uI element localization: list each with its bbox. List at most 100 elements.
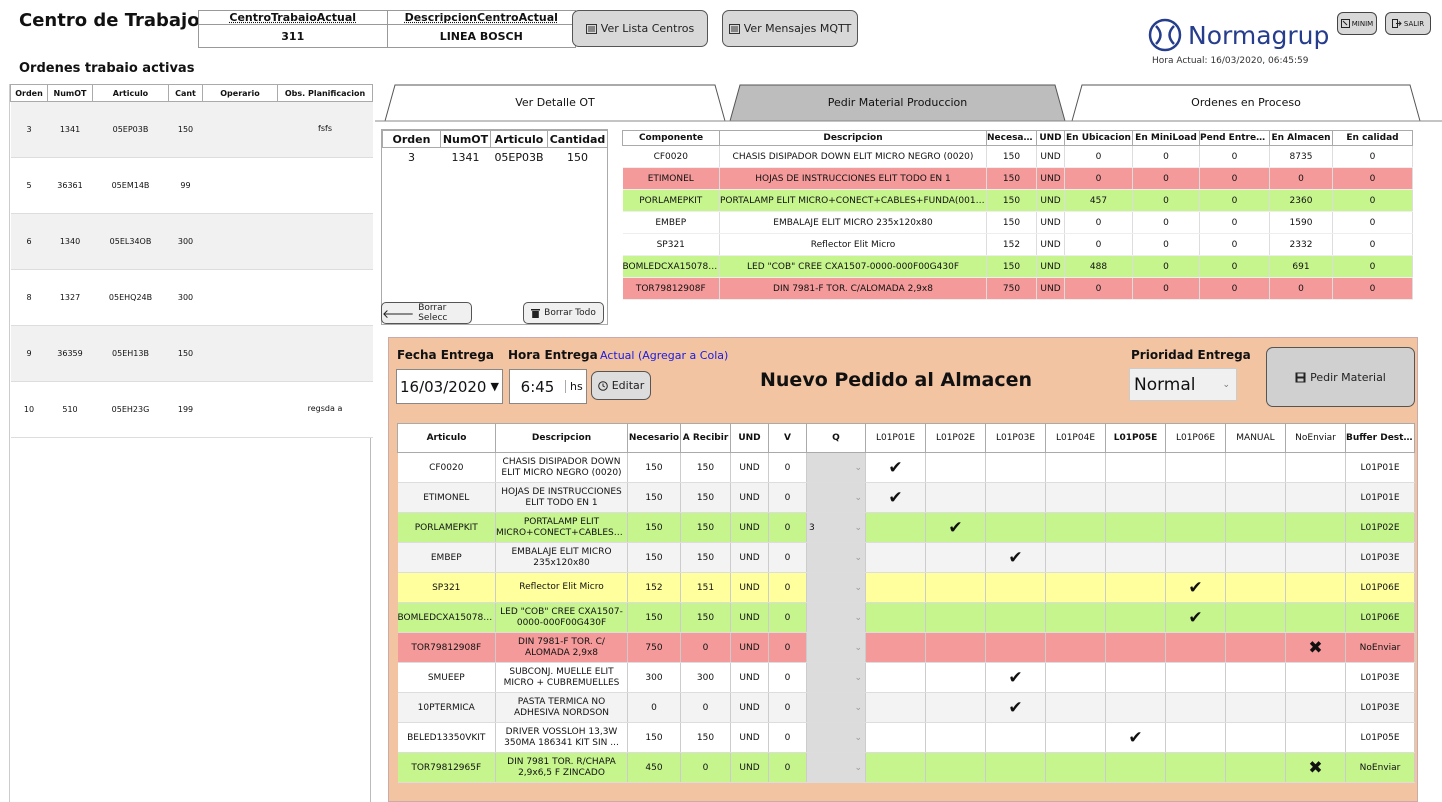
- pedido-row[interactable]: CF0020 CHASIS DISIPADOR DOWN ELIT MICRO N…: [397, 452, 1415, 483]
- pedido-location-cell[interactable]: [925, 692, 986, 723]
- pedido-location-cell[interactable]: [985, 452, 1046, 483]
- pedido-location-cell[interactable]: [1225, 602, 1286, 633]
- pedido-location-cell[interactable]: [1045, 572, 1106, 603]
- pedido-location-cell[interactable]: ✖: [1285, 632, 1346, 663]
- prioridad-select[interactable]: Normal ⌄: [1129, 368, 1237, 401]
- pedido-q-select[interactable]: ⌄: [806, 722, 866, 753]
- pedido-q-select[interactable]: ⌄: [806, 752, 866, 783]
- pedido-location-cell[interactable]: ✔: [865, 452, 926, 483]
- pedido-q-select[interactable]: ⌄: [806, 572, 866, 603]
- pedido-location-cell[interactable]: [1045, 722, 1106, 753]
- componentes-row[interactable]: PORLAMEPKIT PORTALAMP ELIT MICRO+CONECT+C…: [622, 189, 1413, 212]
- pedido-location-cell[interactable]: [1285, 542, 1346, 573]
- tab-pedir-material[interactable]: Pedir Material Produccion: [740, 85, 1055, 120]
- pedido-location-cell[interactable]: [865, 542, 926, 573]
- pedido-location-cell[interactable]: [925, 632, 986, 663]
- pedido-q-select[interactable]: ⌄: [806, 482, 866, 513]
- pedido-location-cell[interactable]: [865, 662, 926, 693]
- pedido-location-cell[interactable]: [1225, 632, 1286, 663]
- pedido-location-cell[interactable]: [1285, 482, 1346, 513]
- pedido-location-cell[interactable]: [1285, 602, 1346, 633]
- pedido-location-cell[interactable]: [865, 692, 926, 723]
- pedido-row[interactable]: TOR79812965F DIN 7981 TOR. R/CHAPA 2,9x6,…: [397, 752, 1415, 783]
- pedido-location-cell[interactable]: [1225, 722, 1286, 753]
- pedido-location-cell[interactable]: [925, 572, 986, 603]
- pedido-q-select[interactable]: ⌄: [806, 452, 866, 483]
- pedido-row[interactable]: 10PTERMICA PASTA TERMICA NO ADHESIVA NORD…: [397, 692, 1415, 723]
- pedido-location-cell[interactable]: ✔: [1165, 572, 1226, 603]
- pedido-location-cell[interactable]: [1225, 752, 1286, 783]
- pedido-location-cell[interactable]: [1105, 482, 1166, 513]
- componentes-row[interactable]: TOR79812908F DIN 7981-F TOR. C/ALOMADA 2,…: [622, 277, 1413, 300]
- fecha-entrega-picker[interactable]: 16/03/2020 ▼: [396, 369, 503, 404]
- pedido-location-cell[interactable]: [1105, 662, 1166, 693]
- pedido-location-cell[interactable]: [1165, 482, 1226, 513]
- pedido-location-cell[interactable]: [1045, 662, 1106, 693]
- pedido-location-cell[interactable]: [1285, 662, 1346, 693]
- pedido-location-cell[interactable]: [1045, 752, 1106, 783]
- pedido-location-cell[interactable]: [925, 542, 986, 573]
- pedido-location-cell[interactable]: [925, 452, 986, 483]
- pedido-location-cell[interactable]: [985, 632, 1046, 663]
- ordenes-row[interactable]: 6 1340 05EL34OB 300: [10, 213, 373, 270]
- ver-lista-centros-button[interactable]: Ver Lista Centros: [572, 10, 708, 47]
- editar-button[interactable]: Editar: [591, 371, 651, 400]
- pedido-location-cell[interactable]: [1045, 632, 1106, 663]
- hora-entrega-input[interactable]: 6:45 hs: [509, 369, 587, 404]
- pedido-location-cell[interactable]: [1165, 632, 1226, 663]
- ordenes-row[interactable]: 8 1327 05EHQ24B 300: [10, 269, 373, 326]
- pedido-location-cell[interactable]: [925, 722, 986, 753]
- pedido-location-cell[interactable]: [985, 722, 1046, 753]
- pedido-location-cell[interactable]: ✔: [985, 542, 1046, 573]
- ordenes-row[interactable]: 10 510 05EH23G 199 regsda a: [10, 381, 373, 438]
- ordenes-row[interactable]: 9 36359 05EH13B 150: [10, 325, 373, 382]
- pedido-q-select[interactable]: ⌄: [806, 632, 866, 663]
- pedido-location-cell[interactable]: [985, 572, 1046, 603]
- pedido-location-cell[interactable]: [1285, 722, 1346, 753]
- pedido-location-cell[interactable]: [1105, 632, 1166, 663]
- pedido-location-cell[interactable]: [1105, 512, 1166, 543]
- pedido-location-cell[interactable]: [865, 632, 926, 663]
- pedido-row[interactable]: ETIMONEL HOJAS DE INSTRUCCIONES ELIT TODO…: [397, 482, 1415, 513]
- componentes-row[interactable]: SP321 Reflector Elit Micro 152 UND 0 0 0 2332 0: [622, 233, 1413, 256]
- pedido-location-cell[interactable]: [865, 722, 926, 753]
- pedido-location-cell[interactable]: [1105, 602, 1166, 633]
- pedido-location-cell[interactable]: [1225, 662, 1286, 693]
- pedido-location-cell[interactable]: [865, 752, 926, 783]
- componentes-row[interactable]: CF0020 CHASIS DISIPADOR DOWN ELIT MICRO N…: [622, 145, 1413, 168]
- pedido-location-cell[interactable]: ✔: [865, 482, 926, 513]
- componentes-row[interactable]: EMBEP EMBALAJE ELIT MICRO 235x120x80 150 UN…: [622, 211, 1413, 234]
- pedido-row[interactable]: PORLAMEPKIT PORTALAMP ELIT MICRO+CONECT+C…: [397, 512, 1415, 543]
- pedido-location-cell[interactable]: [1285, 572, 1346, 603]
- pedido-location-cell[interactable]: [1225, 572, 1286, 603]
- pedido-location-cell[interactable]: [985, 482, 1046, 513]
- pedido-location-cell[interactable]: ✔: [925, 512, 986, 543]
- borrar-todo-button[interactable]: Borrar Todo: [523, 302, 604, 324]
- pedido-location-cell[interactable]: ✔: [985, 692, 1046, 723]
- pedido-location-cell[interactable]: [985, 752, 1046, 783]
- pedido-row[interactable]: SMUEEP SUBCONJ. MUELLE ELIT MICRO + CUBRE…: [397, 662, 1415, 693]
- pedido-location-cell[interactable]: ✔: [1165, 602, 1226, 633]
- pedido-location-cell[interactable]: [1165, 692, 1226, 723]
- tab-ver-detalle-ot[interactable]: Ver Detalle OT: [395, 85, 715, 120]
- pedido-location-cell[interactable]: ✔: [985, 662, 1046, 693]
- pedido-row[interactable]: BELED13350VKIT DRIVER VOSSLOH 13,3W 350MA…: [397, 722, 1415, 753]
- pedido-location-cell[interactable]: [1165, 542, 1226, 573]
- pedido-location-cell[interactable]: [1105, 572, 1166, 603]
- pedido-location-cell[interactable]: [1045, 542, 1106, 573]
- pedido-location-cell[interactable]: [985, 512, 1046, 543]
- pedido-location-cell[interactable]: [865, 512, 926, 543]
- pedido-row[interactable]: EMBEP EMBALAJE ELIT MICRO 235x120x80 150 15…: [397, 542, 1415, 573]
- pedido-location-cell[interactable]: [925, 752, 986, 783]
- pedido-location-cell[interactable]: [1225, 692, 1286, 723]
- ordenes-row[interactable]: 5 36361 05EM14B 99: [10, 157, 373, 214]
- pedido-location-cell[interactable]: [925, 602, 986, 633]
- pedido-location-cell[interactable]: [1165, 662, 1226, 693]
- pedido-q-select[interactable]: ⌄: [806, 542, 866, 573]
- pedido-location-cell[interactable]: [985, 602, 1046, 633]
- pedido-location-cell[interactable]: [1285, 452, 1346, 483]
- pedido-location-cell[interactable]: [1165, 452, 1226, 483]
- pedido-row[interactable]: TOR79812908F DIN 7981-F TOR. C/ ALOMADA 2…: [397, 632, 1415, 663]
- componentes-row[interactable]: ETIMONEL HOJAS DE INSTRUCCIONES ELIT TODO…: [622, 167, 1413, 190]
- pedido-row[interactable]: BOMLEDCXA150783C LED "COB" CREE CXA1507-0…: [397, 602, 1415, 633]
